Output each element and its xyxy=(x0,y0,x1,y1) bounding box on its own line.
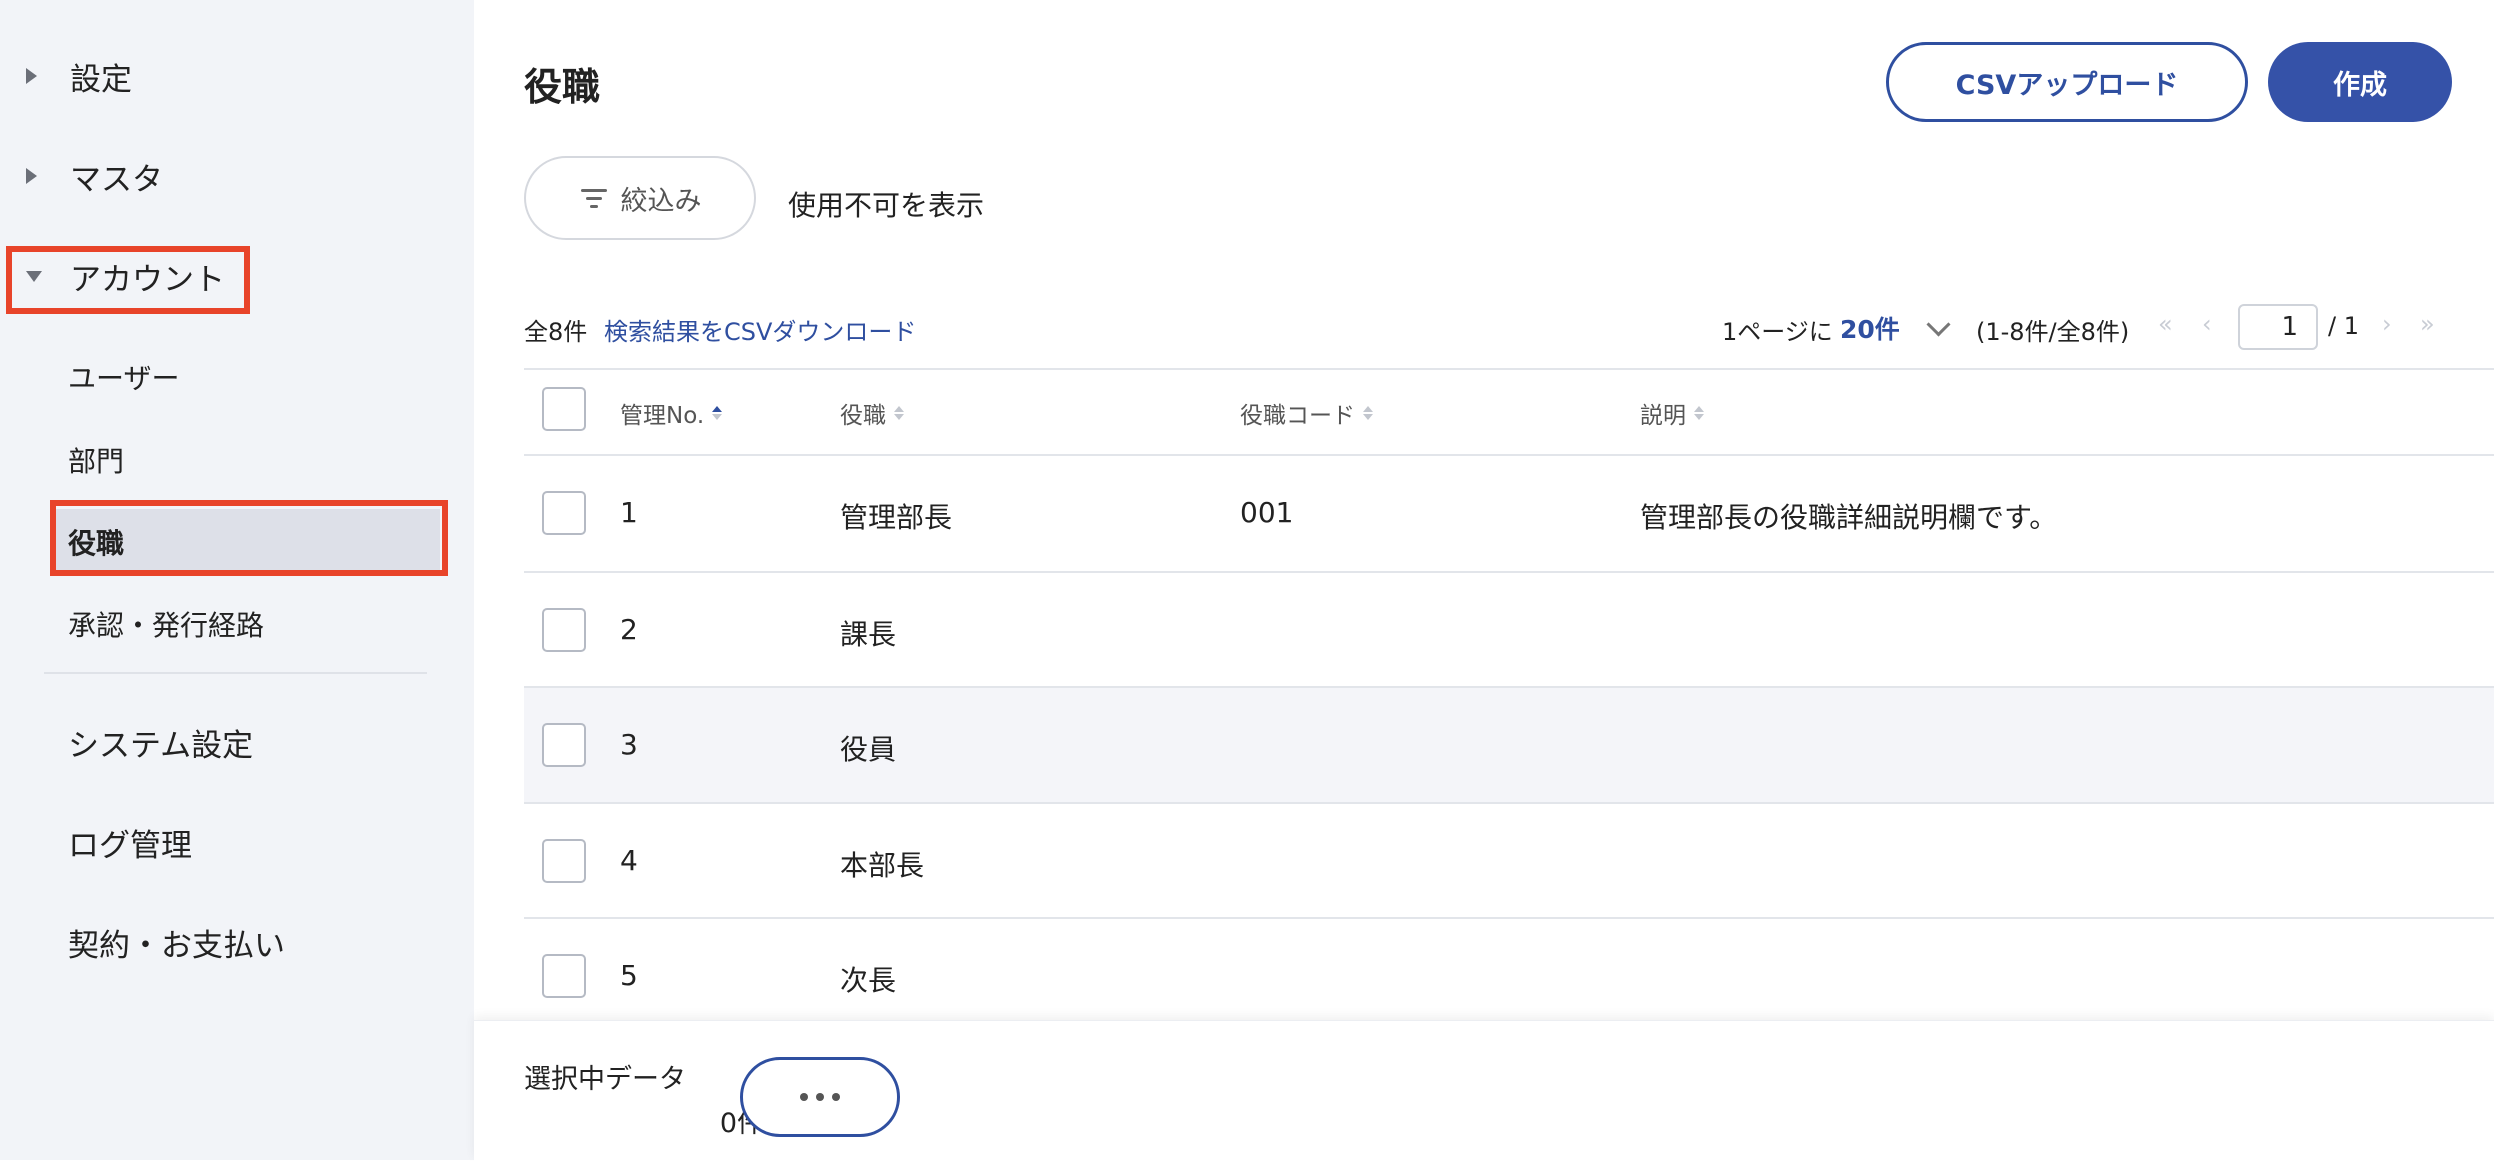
selection-bar: 選択中データ 0件 xyxy=(474,1020,2494,1161)
sort-icon xyxy=(1363,406,1373,420)
cell-title: 管理部長 xyxy=(840,501,953,534)
cell-description: 管理部長の役職詳細説明欄です。 xyxy=(1640,501,2058,534)
caret-right-icon xyxy=(26,168,37,184)
sidebar: 設定 マスタ アカウント ユーザー 部門 役職 承認・発行経路 システム設定 ロ… xyxy=(0,0,474,1160)
filter-button-label: 絞込み xyxy=(620,185,702,217)
create-button[interactable]: 作成 xyxy=(2268,42,2452,122)
cell-title: 本部長 xyxy=(840,849,925,882)
total-pages: / 1 xyxy=(2328,312,2359,340)
sidebar-item-log-management[interactable]: ログ管理 xyxy=(68,820,192,865)
caret-right-icon xyxy=(26,68,37,84)
sidebar-item-approval-route[interactable]: 承認・発行経路 xyxy=(68,604,264,644)
selected-data-label: 選択中データ xyxy=(524,1064,686,1095)
column-header-description[interactable]: 説明 xyxy=(1640,396,1704,430)
per-page-label: 1ページに xyxy=(1722,318,1833,346)
sort-icon xyxy=(712,406,723,420)
table-row[interactable]: 1 管理部長 001 管理部長の役職詳細説明欄です。 xyxy=(524,456,2494,571)
page-number-input[interactable]: 1 xyxy=(2238,304,2318,350)
more-dots-icon xyxy=(800,1093,808,1101)
sidebar-group-master[interactable]: マスタ xyxy=(0,146,474,206)
row-checkbox[interactable] xyxy=(542,723,586,767)
filter-icon xyxy=(579,187,609,209)
select-all-checkbox[interactable] xyxy=(542,387,586,431)
sidebar-item-contract-payment[interactable]: 契約・お支払い xyxy=(68,920,285,965)
page-title: 役職 xyxy=(524,65,601,109)
sidebar-item-departments[interactable]: 部門 xyxy=(68,440,124,480)
cell-code: 001 xyxy=(1240,496,1294,529)
column-header-code[interactable]: 役職コード xyxy=(1240,396,1373,430)
sidebar-group-settings[interactable]: 設定 xyxy=(0,46,474,106)
cell-no: 1 xyxy=(620,496,638,529)
cell-no: 4 xyxy=(620,844,638,877)
cell-title: 次長 xyxy=(840,964,897,997)
column-header-no[interactable]: 管理No. xyxy=(620,396,723,430)
show-disabled-toggle[interactable]: 使用不可を表示 xyxy=(788,184,984,224)
filter-button[interactable]: 絞込み xyxy=(524,156,756,240)
sidebar-item-users[interactable]: ユーザー xyxy=(68,357,179,397)
result-count: 全8件 xyxy=(524,318,588,346)
table-row[interactable]: 4 本部長 xyxy=(524,804,2494,919)
per-page-select[interactable]: 20件 xyxy=(1840,310,1900,346)
table-row[interactable]: 2 課長 xyxy=(524,573,2494,688)
row-checkbox[interactable] xyxy=(542,954,586,998)
first-page-icon[interactable]: « xyxy=(2158,310,2173,338)
sidebar-group-label: マスタ xyxy=(70,161,163,198)
sort-icon xyxy=(894,406,904,420)
sidebar-item-system-settings[interactable]: システム設定 xyxy=(68,720,253,765)
last-page-icon[interactable]: » xyxy=(2420,310,2435,338)
table-row[interactable]: 3 役員 xyxy=(524,688,2494,803)
sidebar-group-label: 設定 xyxy=(70,61,132,98)
row-checkbox[interactable] xyxy=(542,608,586,652)
csv-download-link[interactable]: 検索結果をCSVダウンロード xyxy=(604,312,916,347)
column-header-title[interactable]: 役職 xyxy=(840,396,904,430)
next-page-icon[interactable]: › xyxy=(2382,310,2392,338)
annotation-highlight-positions xyxy=(50,500,448,576)
chevron-down-icon[interactable] xyxy=(1926,312,1951,337)
table-row[interactable]: 5 次長 xyxy=(524,919,2494,1034)
prev-page-icon[interactable]: ‹ xyxy=(2202,310,2212,338)
result-range: (1-8件/全8件) xyxy=(1976,318,2130,346)
cell-no: 2 xyxy=(620,613,638,646)
csv-upload-button[interactable]: CSVアップロード xyxy=(1886,42,2248,122)
cell-no: 3 xyxy=(620,728,638,761)
annotation-highlight-account xyxy=(6,246,250,314)
cell-title: 課長 xyxy=(840,618,897,651)
cell-title: 役員 xyxy=(840,733,897,766)
sidebar-divider xyxy=(44,672,427,674)
sort-icon xyxy=(1694,406,1704,420)
more-actions-button[interactable] xyxy=(740,1057,900,1137)
row-checkbox[interactable] xyxy=(542,491,586,535)
table-border xyxy=(524,368,2494,370)
row-checkbox[interactable] xyxy=(542,839,586,883)
cell-no: 5 xyxy=(620,959,638,992)
